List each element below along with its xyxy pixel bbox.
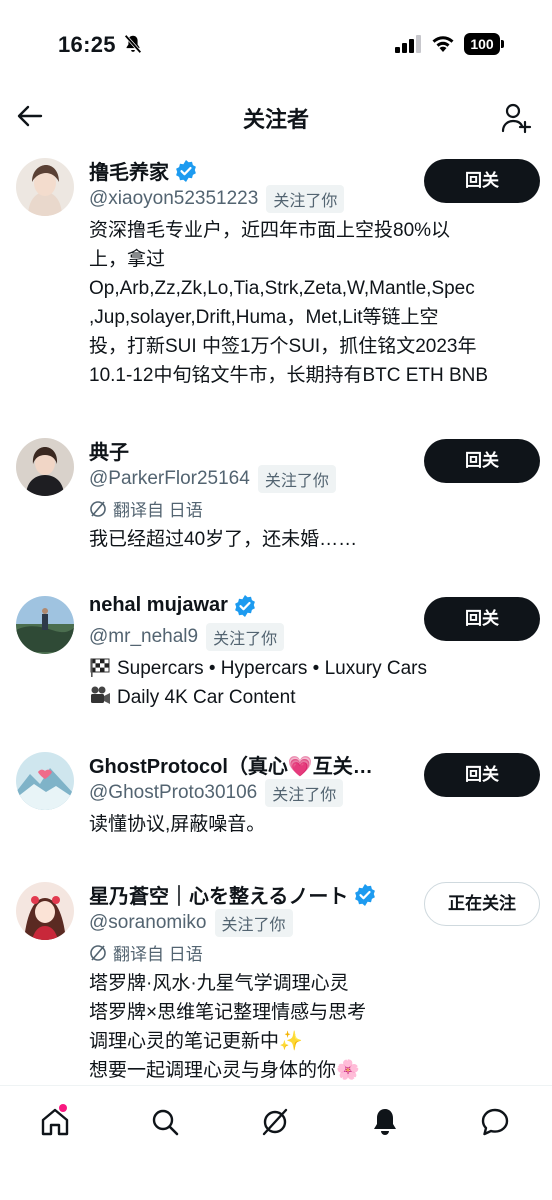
user-bio: Supercars • Hypercars • Luxury Cars Dail…: [89, 654, 539, 712]
status-time: 16:25: [58, 32, 116, 57]
user-bio: 我已经超过40岁了，还未婚……: [89, 529, 358, 550]
following-button[interactable]: 正在关注: [424, 882, 540, 926]
user-handle: @GhostProto30106: [89, 782, 258, 803]
avatar[interactable]: [16, 882, 74, 940]
verified-badge-icon: [235, 594, 255, 617]
grok-icon: [262, 1108, 288, 1136]
user-handle: @soranomiko: [89, 912, 207, 933]
user-handle: @ParkerFlor25164: [89, 468, 250, 489]
display-name: 撸毛养家: [89, 156, 197, 185]
bell-muted-icon: [124, 34, 142, 54]
translation-notice[interactable]: 翻译自 日语: [89, 940, 203, 965]
nav-home[interactable]: [35, 1102, 75, 1142]
avatar[interactable]: [16, 752, 74, 810]
page-title: 关注者: [242, 107, 309, 132]
status-bar: 16:25 100: [0, 0, 552, 90]
user-bio: 资深撸毛专业户，近四年市面上空投80%以 上，拿过 Op,Arb,Zz,Zk,L…: [89, 220, 489, 386]
follows-you-badge: 关注了你: [257, 465, 336, 493]
battery-level: 100: [464, 33, 500, 55]
movie-camera-icon: [91, 686, 110, 704]
follows-you-badge: 关注了你: [214, 909, 293, 937]
verified-badge-icon: [176, 159, 196, 182]
nav-notifications[interactable]: [365, 1102, 405, 1142]
avatar[interactable]: [16, 596, 74, 654]
verified-badge-icon: [355, 883, 376, 906]
nav-messages[interactable]: [475, 1102, 515, 1142]
add-user-button[interactable]: [496, 98, 536, 138]
nav-grok[interactable]: [255, 1102, 295, 1142]
display-name: GhostProtocol（真心💗互关…: [89, 756, 373, 778]
avatar[interactable]: [16, 158, 74, 216]
display-name: 星乃蒼空｜心を整えるノート: [89, 880, 376, 909]
translate-icon: [90, 944, 106, 961]
home-unread-dot: [59, 1104, 67, 1112]
user-bio: 塔罗牌·风水·九星气学调理心灵 塔罗牌×思维笔记整理情感与思考 调理心灵的笔记更…: [89, 973, 367, 1081]
translation-notice[interactable]: 翻译自 日语: [89, 496, 203, 521]
user-handle: @xiaoyon52351223: [89, 188, 259, 209]
wifi-icon: [432, 36, 454, 52]
messages-icon: [481, 1108, 509, 1136]
user-bio: 读懂协议,屏蔽噪音。: [89, 814, 266, 835]
follow-back-button[interactable]: 回关: [424, 753, 540, 797]
display-name: nehal mujawar: [89, 594, 256, 617]
avatar[interactable]: [16, 438, 74, 496]
nav-search[interactable]: [145, 1102, 185, 1142]
notifications-icon: [374, 1109, 396, 1135]
follow-back-button[interactable]: 回关: [424, 439, 540, 483]
cellular-signal-icon: [395, 35, 421, 53]
follow-back-button[interactable]: 回关: [424, 597, 540, 641]
user-handle: @mr_nehal9: [89, 626, 199, 647]
add-user-icon: [501, 103, 532, 134]
follows-you-badge: 关注了你: [265, 779, 344, 807]
translate-icon: [90, 500, 106, 517]
follows-you-badge: 关注了你: [266, 185, 345, 213]
bottom-navigation: [0, 1085, 552, 1200]
follow-back-button[interactable]: 回关: [424, 159, 540, 203]
top-bar: 关注者: [0, 92, 552, 142]
display-name: 典子: [89, 442, 129, 464]
checkered-flag-icon: [90, 658, 110, 677]
follows-you-badge: 关注了你: [206, 623, 285, 651]
search-icon: [152, 1109, 179, 1136]
battery-icon: 100: [464, 33, 504, 55]
home-icon: [41, 1108, 69, 1136]
